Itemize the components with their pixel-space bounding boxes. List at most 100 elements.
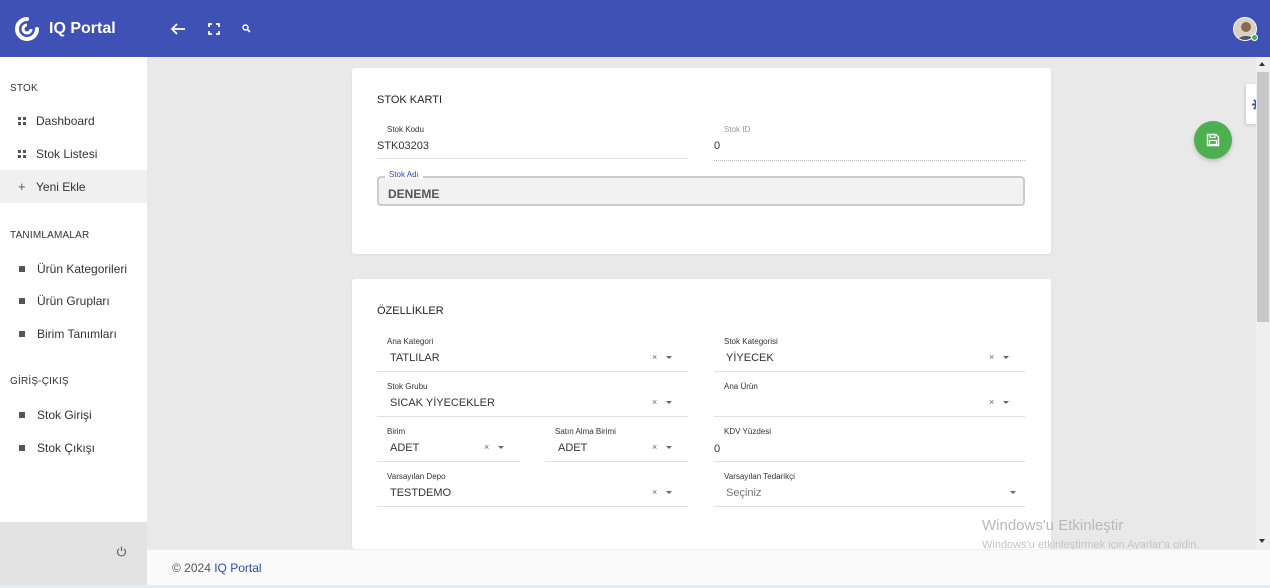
stok-id-field: Stok ID 0 (714, 125, 1025, 161)
field-underline (714, 461, 1025, 462)
save-button[interactable] (1194, 121, 1232, 159)
chevron-down-icon[interactable] (1003, 401, 1010, 405)
sidebar-item-stok-listesi[interactable]: Stok Listesi (0, 137, 147, 170)
scroll-up-arrow-icon[interactable] (1259, 62, 1265, 66)
sidebar-item-dashboard[interactable]: Dashboard (0, 104, 147, 137)
ozellikler-card: ÖZELLİKLER Ana Kategori TATLILAR × Stok … (352, 279, 1051, 549)
sidebar-item-label: Dashboard (36, 113, 95, 128)
field-label: KDV Yüzdesi (724, 427, 771, 436)
birim-select[interactable]: Birim ADET × (377, 427, 520, 462)
clear-icon[interactable]: × (484, 442, 489, 452)
field-underline (377, 461, 520, 462)
chevron-down-icon[interactable] (1010, 491, 1016, 495)
field-underline (377, 158, 688, 159)
scrollbar-thumb[interactable] (1257, 72, 1269, 322)
sidebar-item-label: Stok Çıkışı (37, 440, 96, 455)
field-underline (545, 461, 688, 462)
chevron-down-icon[interactable] (666, 401, 673, 405)
ana-kategori-select[interactable]: Ana Kategori TATLILAR × (377, 337, 688, 372)
scroll-down-arrow-icon[interactable] (1259, 539, 1265, 543)
section-title-giris-cikis: GİRİŞ-ÇIKIŞ (10, 376, 69, 387)
select-controls: × (484, 442, 505, 452)
sidebar-item-label: Ürün Kategorileri (37, 261, 128, 276)
fullscreen-icon[interactable] (208, 22, 220, 35)
clear-icon[interactable]: × (989, 352, 994, 362)
field-underline (714, 416, 1025, 417)
field-value: STK03203 (377, 140, 429, 152)
field-underline (377, 371, 688, 372)
stok-grubu-select[interactable]: Stok Grubu SICAK YİYECEKLER × (377, 382, 688, 417)
sidebar-item-label: Yeni Ekle (36, 179, 86, 194)
sidebar-item-urun-gruplari[interactable]: Ürün Grupları (0, 284, 147, 317)
stok-adi-field[interactable]: Stok Adı DENEME (377, 170, 1025, 206)
select-controls: × (989, 397, 1010, 407)
clear-icon[interactable]: × (652, 487, 657, 497)
select-controls: × (989, 352, 1010, 362)
section-title-tanimlamalar: TANIMLAMALAR (10, 230, 90, 241)
select-controls (1001, 487, 1016, 497)
field-label: Varsayılan Tedarikçi (724, 472, 795, 481)
field-value: TESTDEMO (390, 487, 452, 499)
grid-icon (18, 116, 26, 125)
clear-icon[interactable]: × (989, 397, 994, 407)
sidebar-item-urun-kategorileri[interactable]: Ürün Kategorileri (0, 252, 147, 285)
sidebar-item-yeni-ekle[interactable]: + Yeni Ekle (0, 170, 147, 203)
varsayilan-depo-select[interactable]: Varsayılan Depo TESTDEMO × (377, 472, 688, 507)
ana-urun-select[interactable]: Ana Ürün × (714, 382, 1025, 417)
field-label: Stok Adı (385, 170, 423, 179)
field-value: 0 (714, 443, 721, 455)
select-controls: × (652, 487, 673, 497)
save-icon (1206, 133, 1220, 147)
brand-name: IQ Portal (49, 19, 116, 37)
sidebar-item-label: Birim Tanımları (37, 326, 117, 341)
kdv-yuzdesi-field[interactable]: KDV Yüzdesi 0 (714, 427, 1025, 462)
sidebar-item-stok-cikisi[interactable]: Stok Çıkışı (0, 431, 147, 464)
clear-icon[interactable]: × (652, 442, 657, 452)
search-icon[interactable] (242, 24, 251, 33)
satin-alma-birimi-select[interactable]: Satın Alma Birimi ADET × (545, 427, 688, 462)
card-title: ÖZELLİKLER (377, 305, 444, 317)
footer-link[interactable]: IQ Portal (214, 561, 261, 575)
field-value: SICAK YİYECEKLER (390, 397, 495, 409)
chevron-down-icon[interactable] (666, 446, 673, 450)
plus-icon: + (18, 178, 26, 194)
select-controls: × (652, 352, 673, 362)
online-status-badge (1251, 34, 1258, 41)
field-value: ADET (390, 442, 420, 454)
chevron-down-icon[interactable] (1003, 356, 1010, 360)
field-underline (377, 416, 688, 417)
sidebar-item-stok-girisi[interactable]: Stok Girişi (0, 398, 147, 431)
square-icon (19, 265, 25, 272)
field-placeholder: Seçiniz (726, 487, 762, 499)
card-title: STOK KARTI (377, 94, 443, 106)
field-label: Birim (387, 427, 406, 436)
select-controls: × (652, 397, 673, 407)
top-bar: IQ Portal (0, 0, 1270, 57)
chevron-down-icon[interactable] (666, 356, 673, 360)
field-underline (377, 506, 688, 507)
back-arrow-icon[interactable] (170, 22, 186, 36)
stok-karti-card: STOK KARTI Stok Kodu STK03203 Stok ID 0 … (352, 68, 1051, 254)
field-label: Ana Ürün (724, 382, 758, 391)
brand[interactable]: IQ Portal (0, 16, 147, 42)
sidebar-item-label: Stok Girişi (37, 407, 92, 422)
field-value: DENEME (388, 187, 440, 201)
chevron-down-icon[interactable] (666, 491, 673, 495)
stok-kategorisi-select[interactable]: Stok Kategorisi YİYECEK × (714, 337, 1025, 372)
clear-icon[interactable]: × (652, 397, 657, 407)
square-icon (19, 411, 25, 418)
clear-icon[interactable]: × (652, 352, 657, 362)
square-icon (19, 330, 25, 337)
square-icon (19, 297, 25, 304)
grid-icon (18, 149, 26, 158)
stok-kodu-field[interactable]: Stok Kodu STK03203 (377, 125, 688, 159)
power-icon[interactable] (116, 546, 127, 560)
field-underline (714, 506, 1025, 507)
activation-watermark-title: Windows'u Etkinleştir (982, 517, 1124, 534)
footer: © 2024 IQ Portal (147, 549, 1270, 585)
chevron-down-icon[interactable] (498, 446, 505, 450)
sidebar-item-birim-tanimlari[interactable]: Birim Tanımları (0, 317, 147, 350)
field-label: Stok Grubu (387, 382, 428, 391)
field-value: YİYECEK (726, 352, 774, 364)
varsayilan-tedarikci-select[interactable]: Varsayılan Tedarikçi Seçiniz (714, 472, 1025, 507)
